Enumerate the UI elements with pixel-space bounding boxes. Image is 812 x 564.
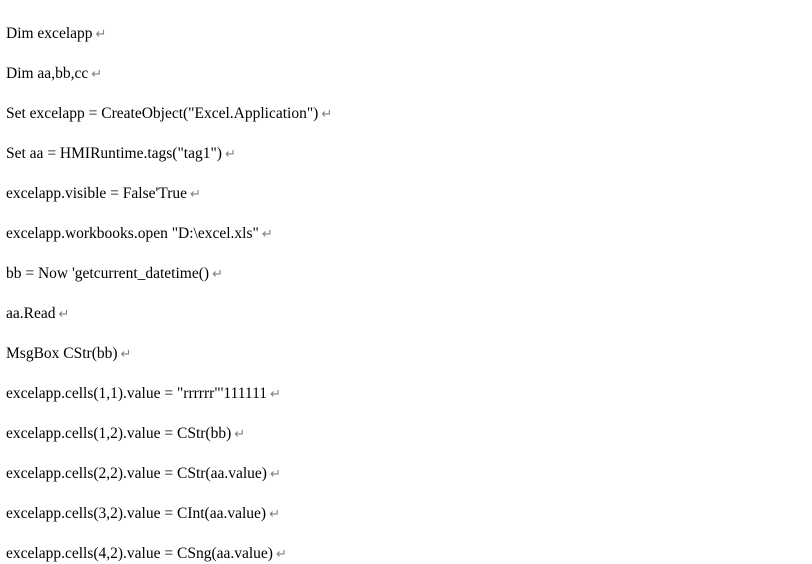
return-mark-icon: ↵ [91, 66, 102, 81]
code-line: aa.Read↵ [6, 304, 806, 324]
return-mark-icon: ↵ [234, 426, 245, 441]
code-line: Set aa = HMIRuntime.tags("tag1")↵ [6, 144, 806, 164]
code-text: excelapp.cells(4,2).value = CSng(aa.valu… [6, 545, 273, 562]
code-block: Dim excelapp↵ Dim aa,bb,cc↵ Set excelapp… [0, 0, 812, 564]
return-mark-icon: ↵ [212, 266, 223, 281]
code-text: aa.Read [6, 305, 55, 322]
code-line: excelapp.cells(3,2).value = CInt(aa.valu… [6, 504, 806, 524]
code-text: excelapp.workbooks.open "D:\excel.xls" [6, 225, 259, 242]
code-text: excelapp.cells(2,2).value = CStr(aa.valu… [6, 465, 267, 482]
return-mark-icon: ↵ [270, 386, 281, 401]
code-text: excelapp.cells(3,2).value = CInt(aa.valu… [6, 505, 266, 522]
code-text: excelapp.cells(1,2).value = CStr(bb) [6, 425, 231, 442]
return-mark-icon: ↵ [121, 346, 132, 361]
return-mark-icon: ↵ [276, 546, 287, 561]
code-line: bb = Now 'getcurrent_datetime()↵ [6, 264, 806, 284]
code-text: MsgBox CStr(bb) [6, 345, 118, 362]
code-text: Set excelapp = CreateObject("Excel.Appli… [6, 105, 318, 122]
code-text: excelapp.visible = False'True [6, 185, 187, 202]
return-mark-icon: ↵ [225, 146, 236, 161]
code-line: excelapp.workbooks.open "D:\excel.xls"↵ [6, 224, 806, 244]
code-text: bb = Now 'getcurrent_datetime() [6, 265, 209, 282]
return-mark-icon: ↵ [58, 306, 69, 321]
code-text: Dim aa,bb,cc [6, 65, 88, 82]
code-line: excelapp.cells(1,1).value = "rrrrrr"'111… [6, 384, 806, 404]
code-line: excelapp.visible = False'True↵ [6, 184, 806, 204]
code-line: MsgBox CStr(bb)↵ [6, 344, 806, 364]
code-line: Dim excelapp↵ [6, 24, 806, 44]
code-text: Set aa = HMIRuntime.tags("tag1") [6, 145, 222, 162]
code-text: excelapp.cells(1,1).value = "rrrrrr"'111… [6, 385, 267, 402]
code-line: excelapp.cells(4,2).value = CSng(aa.valu… [6, 544, 806, 564]
code-text: Dim excelapp [6, 25, 93, 42]
code-line: Set excelapp = CreateObject("Excel.Appli… [6, 104, 806, 124]
code-line: excelapp.cells(1,2).value = CStr(bb)↵ [6, 424, 806, 444]
return-mark-icon: ↵ [321, 106, 332, 121]
return-mark-icon: ↵ [270, 466, 281, 481]
return-mark-icon: ↵ [269, 506, 280, 521]
code-line: Dim aa,bb,cc↵ [6, 64, 806, 84]
return-mark-icon: ↵ [262, 226, 273, 241]
return-mark-icon: ↵ [190, 186, 201, 201]
code-line: excelapp.cells(2,2).value = CStr(aa.valu… [6, 464, 806, 484]
return-mark-icon: ↵ [96, 26, 107, 41]
